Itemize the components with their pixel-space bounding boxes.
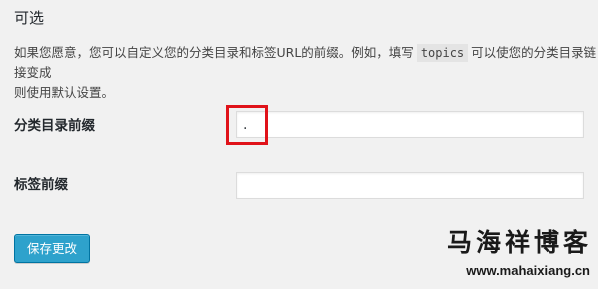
category-base-label: 分类目录前缀 [14, 118, 95, 134]
tag-base-label: 标签前缀 [14, 177, 68, 193]
save-changes-button[interactable]: 保存更改 [14, 234, 90, 263]
watermark-url: www.mahaixiang.cn [466, 263, 590, 278]
category-base-input[interactable] [236, 111, 584, 138]
tag-base-input[interactable] [236, 172, 584, 199]
code-example: topics [416, 44, 469, 62]
watermark-name: 马海祥博客 [446, 228, 592, 257]
permalink-description: 如果您愿意，您可以自定义您的分类目录和标签URL的前缀。例如，填写 topics 可… [14, 43, 598, 103]
description-text-line2: 则使用默认设置。 [14, 85, 115, 100]
description-text-before: 如果您愿意，您可以自定义您的分类目录和标签URL的前缀。例如，填写 [14, 45, 414, 60]
section-title: 可选 [14, 9, 45, 27]
